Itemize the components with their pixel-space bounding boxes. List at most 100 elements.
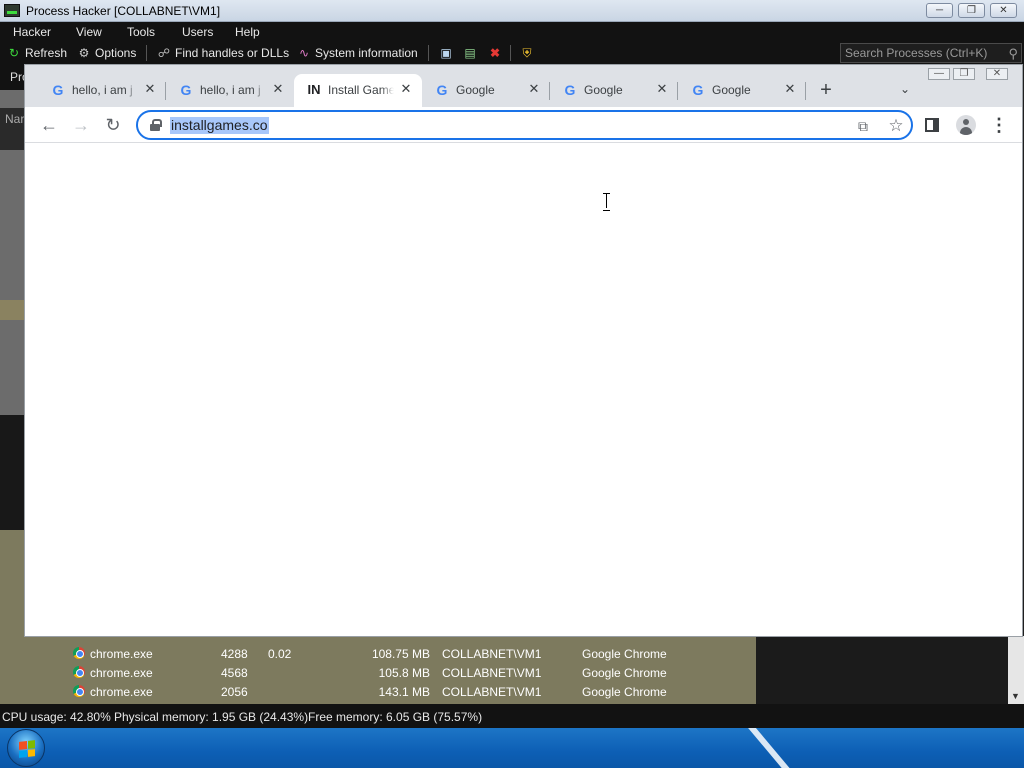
menu-hacker[interactable]: Hacker <box>13 25 51 39</box>
refresh-button[interactable]: ↻ Refresh <box>7 45 67 61</box>
site-favicon: IN <box>307 82 321 97</box>
menu-users[interactable]: Users <box>182 25 213 39</box>
forward-arrow-icon[interactable]: → <box>69 113 93 137</box>
process-row-highlight <box>0 530 24 640</box>
close-tab-icon[interactable]: ✕ <box>398 81 414 97</box>
table-row[interactable]: chrome.exe 4568 105.8 MB COLLABNET\VM1 G… <box>0 663 756 682</box>
menu-help[interactable]: Help <box>235 25 260 39</box>
physical-memory: Physical memory: 1.95 GB (24.43%) <box>114 710 309 724</box>
process-description: Google Chrome <box>582 666 667 680</box>
windows-logo-icon <box>19 740 35 758</box>
find-window-button[interactable]: ▤ <box>463 45 477 61</box>
start-button[interactable] <box>7 729 45 767</box>
options-button[interactable]: ⚙ Options <box>77 45 137 61</box>
browser-tab[interactable]: G hello, i am j ✕ <box>166 74 294 107</box>
graph-icon: ∿ <box>298 46 310 60</box>
bookmark-star-icon[interactable]: ☆ <box>887 117 905 135</box>
chrome-icon <box>73 685 85 697</box>
google-icon: G <box>52 82 64 98</box>
options-label: Options <box>95 46 137 60</box>
menu-tools[interactable]: Tools <box>127 25 155 39</box>
process-description: Google Chrome <box>582 685 667 699</box>
kebab-menu-icon[interactable]: ⋮ <box>990 113 1008 137</box>
close-button[interactable]: ✕ <box>990 3 1017 18</box>
find-handles-button[interactable]: ☍ Find handles or DLLs <box>157 45 289 61</box>
reload-icon[interactable]: ↻ <box>101 113 125 137</box>
process-pid: 4568 <box>221 666 248 680</box>
system-information-button[interactable]: ∿ System information <box>297 45 418 61</box>
back-arrow-icon[interactable]: ← <box>37 113 61 137</box>
google-icon: G <box>564 82 576 98</box>
toolbar-separator <box>510 45 511 61</box>
chrome-window: — ❐ ✕ G hello, i am j ✕ G hello, i am j … <box>24 64 1023 637</box>
process-pid: 4288 <box>221 647 248 661</box>
tab-title: Google <box>712 83 751 97</box>
tab-processes[interactable]: Pro <box>0 64 24 90</box>
taskbar <box>0 728 1024 768</box>
terminate-button[interactable]: ✖ <box>488 45 502 61</box>
chrome-close-button[interactable]: ✕ <box>986 68 1008 80</box>
search-icon: ⚲ <box>1008 46 1018 61</box>
close-tab-icon[interactable]: ✕ <box>142 81 158 97</box>
share-icon[interactable]: ⧉ <box>854 117 872 135</box>
column-header-name[interactable]: Nar <box>0 108 24 150</box>
chrome-minimize-button[interactable]: — <box>928 68 950 80</box>
scroll-down-arrow-icon[interactable]: ▼ <box>1011 691 1020 701</box>
process-user: COLLABNET\VM1 <box>442 685 542 699</box>
close-tab-icon[interactable]: ✕ <box>654 81 670 97</box>
minimize-button[interactable]: ─ <box>926 3 953 18</box>
browser-tab[interactable]: G Google ✕ <box>550 74 678 107</box>
browser-toolbar: ← → ↻ installgames.co ⧉ ☆ ⋮ <box>25 107 1022 143</box>
chrome-restore-button[interactable]: ❐ <box>953 68 975 80</box>
close-tab-icon[interactable]: ✕ <box>782 81 798 97</box>
menu-view[interactable]: View <box>76 25 102 39</box>
tab-title: Install Game <box>328 83 394 97</box>
process-name: chrome.exe <box>90 647 153 661</box>
menu-bar: Hacker View Tools Users Help <box>0 22 1024 42</box>
process-user: COLLABNET\VM1 <box>442 666 542 680</box>
chevron-down-icon[interactable]: ⌄ <box>895 79 915 99</box>
search-placeholder: Search Processes (Ctrl+K) <box>845 46 988 60</box>
address-bar-url[interactable]: installgames.co <box>170 117 269 134</box>
process-name: chrome.exe <box>90 685 153 699</box>
binoculars-icon: ☍ <box>157 46 171 60</box>
process-cpu: 0.02 <box>268 647 292 661</box>
tab-title: hello, i am j <box>72 83 133 97</box>
browser-tab-active[interactable]: IN Install Game ✕ <box>294 74 422 107</box>
refresh-label: Refresh <box>25 46 68 60</box>
lock-icon[interactable] <box>150 119 162 131</box>
profile-avatar-icon[interactable] <box>956 115 976 135</box>
side-panel-icon[interactable] <box>925 118 939 132</box>
tab-separator <box>805 82 806 100</box>
red-x-icon: ✖ <box>489 46 501 60</box>
elevate-button[interactable]: ⛨ <box>520 45 534 61</box>
process-name: chrome.exe <box>90 666 153 680</box>
process-hacker-titlebar[interactable]: Process Hacker [COLLABNET\VM1] ─ ❐ ✕ <box>0 0 1024 22</box>
text-cursor-icon <box>603 193 611 211</box>
new-tab-plus-icon[interactable]: + <box>815 79 837 101</box>
vertical-scrollbar[interactable]: ▼ <box>1008 636 1024 704</box>
close-tab-icon[interactable]: ✕ <box>526 81 542 97</box>
address-bar[interactable]: installgames.co ⧉ ☆ <box>136 110 913 140</box>
process-list-dark-region <box>0 415 24 530</box>
maximize-button[interactable]: ❐ <box>958 3 985 18</box>
tab-title: Google <box>584 83 623 97</box>
window-properties-button[interactable]: ▣ <box>439 45 453 61</box>
search-processes-input[interactable]: Search Processes (Ctrl+K) ⚲ <box>840 43 1022 63</box>
browser-tab[interactable]: G Google ✕ <box>678 74 806 107</box>
cpu-usage: CPU usage: 42.80% <box>2 710 111 724</box>
process-private-bytes: 105.8 MB <box>378 666 430 680</box>
browser-tab[interactable]: G Google ✕ <box>422 74 550 107</box>
process-row-highlight <box>0 300 24 320</box>
table-row[interactable]: chrome.exe 4288 0.02 108.75 MB COLLABNET… <box>0 644 756 663</box>
gear-icon: ⚙ <box>78 46 90 60</box>
page-content[interactable] <box>25 143 1022 636</box>
close-tab-icon[interactable]: ✕ <box>270 81 286 97</box>
process-list: chrome.exe 4288 0.02 108.75 MB COLLABNET… <box>0 636 756 704</box>
system-information-label: System information <box>315 46 418 60</box>
window-title: Process Hacker [COLLABNET\VM1] <box>26 4 221 18</box>
browser-tab[interactable]: G hello, i am j ✕ <box>38 74 166 107</box>
shield-icon: ⛨ <box>522 46 532 60</box>
process-private-bytes: 108.75 MB <box>371 647 430 661</box>
table-row[interactable]: chrome.exe 2056 143.1 MB COLLABNET\VM1 G… <box>0 682 756 701</box>
